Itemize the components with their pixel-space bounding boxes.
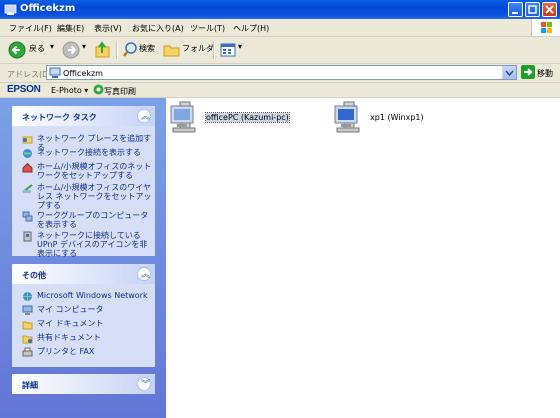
views-icon[interactable]: [219, 40, 237, 60]
toolbar: 戻る ▾ ▾ 検索 フォルダ ▾: [0, 37, 560, 64]
go-label[interactable]: 移動: [537, 68, 553, 79]
printer-icon: [22, 347, 33, 357]
window-title: Officekzm: [20, 3, 76, 14]
home-network-icon: [22, 162, 33, 173]
explorer-window: Officekzm ファイル(F) 編集(E) 表示(V) お気に入り(A) ツ…: [0, 0, 560, 418]
epson-toolbar: EPSON E-Photo ▾ 写真印刷: [0, 83, 560, 98]
address-dropdown-button[interactable]: [502, 66, 516, 79]
title-bar[interactable]: Officekzm: [0, 0, 560, 19]
chevron-up-icon: ︽: [141, 112, 151, 122]
network-tasks-title: ネットワーク タスク: [22, 113, 97, 122]
menu-edit[interactable]: 編集(E): [57, 23, 84, 34]
network-folder-icon: [49, 67, 61, 78]
computer-item[interactable]: xp1 (Winxp1): [334, 100, 454, 140]
other-places-title: その他: [22, 271, 46, 280]
maximize-button[interactable]: [525, 2, 540, 17]
other-places-header[interactable]: その他 ︽: [12, 264, 155, 284]
place-label: マイ コンピュータ: [37, 305, 104, 314]
minimize-button[interactable]: [508, 2, 523, 17]
details-title: 詳細: [22, 381, 38, 390]
other-places-panel: その他 ︽ Microsoft Windows Network マイ コンピュー…: [12, 264, 155, 367]
workgroup-computers-icon: [22, 211, 33, 222]
photo-print-button[interactable]: 写真印刷: [104, 86, 136, 97]
place-label: Microsoft Windows Network: [37, 291, 148, 300]
network-folder-icon: [4, 4, 17, 15]
ephoto-button[interactable]: E-Photo ▾: [51, 86, 88, 95]
back-arrow-icon[interactable]: [8, 40, 26, 60]
add-network-place-icon: [22, 136, 33, 144]
menu-view[interactable]: 表示(V): [94, 23, 122, 34]
maximize-icon: [528, 5, 537, 14]
file-view[interactable]: officePC (Kazumi-pc) xp1 (Winxp1): [166, 98, 560, 418]
place-label: プリンタと FAX: [37, 347, 95, 356]
back-button[interactable]: 戻る: [29, 43, 45, 54]
task-label: ホーム/小規模オフィスのネットワークをセットアップする: [37, 162, 152, 180]
chevron-up-icon: ︽: [141, 270, 151, 280]
menu-help[interactable]: ヘルプ(H): [233, 23, 269, 34]
menu-bar: ファイル(F) 編集(E) 表示(V) お気に入り(A) ツール(T) ヘルプ(…: [0, 19, 560, 37]
documents-folder-icon: [22, 321, 33, 330]
chevron-down-icon: ︾: [141, 380, 151, 390]
computer-label: xp1 (Winxp1): [370, 113, 424, 122]
toolbar-separator: [116, 41, 118, 59]
computer-label: officePC (Kazumi-pc): [205, 112, 290, 123]
go-arrow-icon: [524, 68, 533, 76]
task-label: ネットワークに接続しているUPnP デバイスのアイコンを非表示にする: [37, 231, 148, 258]
back-dropdown-icon[interactable]: ▾: [50, 42, 54, 51]
address-value: Officekzm: [63, 69, 103, 78]
computer-icon: [22, 305, 33, 315]
expand-button[interactable]: ︾: [137, 377, 151, 391]
network-tasks-header[interactable]: ネットワーク タスク ︽: [12, 106, 155, 126]
shared-folder-icon: [22, 335, 33, 344]
forward-dropdown-icon[interactable]: ▾: [82, 42, 86, 51]
chevron-down-icon: [505, 70, 514, 77]
collapse-button[interactable]: ︽: [137, 267, 151, 281]
folders-button[interactable]: フォルダ: [182, 43, 214, 54]
collapse-button[interactable]: ︽: [137, 109, 151, 123]
network-computer-icon: [170, 101, 196, 133]
upnp-device-icon: [23, 231, 32, 242]
address-input[interactable]: Officekzm: [46, 65, 517, 80]
folders-icon[interactable]: [163, 40, 181, 60]
search-icon[interactable]: [122, 40, 138, 60]
network-connections-icon: [23, 149, 32, 158]
computer-item[interactable]: officePC (Kazumi-pc): [170, 100, 290, 140]
menu-file[interactable]: ファイル(F): [9, 23, 52, 34]
place-label: マイ ドキュメント: [37, 319, 104, 328]
task-pane: ネットワーク タスク ︽ ネットワーク プレースを追加する ネットワーク接続を表…: [0, 98, 166, 418]
windows-flag-icon: [541, 22, 552, 33]
epson-logo: EPSON: [7, 84, 41, 95]
photo-print-icon[interactable]: [93, 84, 104, 95]
network-tasks-panel: ネットワーク タスク ︽ ネットワーク プレースを追加する ネットワーク接続を表…: [12, 106, 155, 258]
go-button[interactable]: [521, 65, 535, 79]
toolbar-separator: [213, 41, 215, 59]
task-label: ワークグループのコンピュータを表示する: [37, 211, 149, 229]
address-label: アドレス(D): [7, 70, 52, 79]
details-header[interactable]: 詳細 ︾: [12, 374, 155, 394]
minimize-icon: [512, 12, 518, 14]
menu-tools[interactable]: ツール(T): [190, 23, 225, 34]
task-label: ネットワーク接続を表示する: [37, 148, 141, 157]
up-folder-icon[interactable]: [94, 40, 112, 60]
wireless-network-icon: [22, 184, 33, 193]
close-button[interactable]: [542, 2, 557, 17]
place-label: 共有ドキュメント: [37, 333, 101, 342]
task-label: ホーム/小規模オフィスのワイヤレス ネットワークをセットアップする: [37, 183, 152, 210]
address-bar: アドレス(D) Officekzm 移動: [0, 64, 560, 83]
close-icon: [545, 5, 554, 14]
menu-favorites[interactable]: お気に入り(A): [132, 23, 184, 34]
forward-arrow-icon[interactable]: [62, 40, 80, 60]
search-button[interactable]: 検索: [139, 43, 155, 54]
windows-logo: [531, 19, 560, 36]
globe-network-icon: [23, 292, 32, 301]
network-computer-icon: [334, 101, 360, 133]
details-panel: 詳細 ︾: [12, 374, 155, 394]
views-dropdown-icon[interactable]: ▾: [238, 42, 242, 51]
